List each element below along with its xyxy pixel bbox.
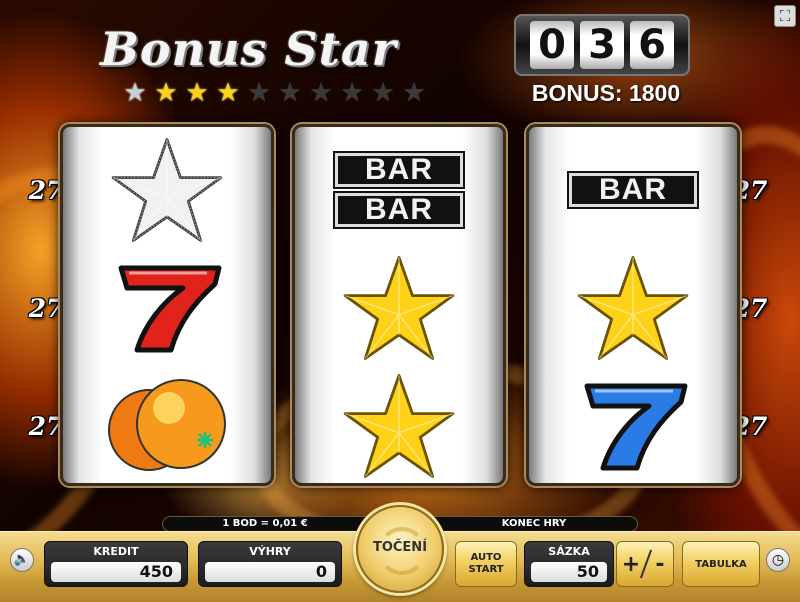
bonus-star-meter: ★ ★ ★ ★ ★ ★ ★ ★ ★ ★	[120, 80, 429, 106]
bet-box: SÁZKA 50	[524, 541, 614, 587]
credit-value: 450	[51, 562, 181, 582]
credit-label: KREDIT	[93, 545, 139, 558]
counter-display: 0 3 6	[514, 14, 690, 76]
bonus-amount: BONUS: 1800	[531, 80, 681, 106]
meter-star-icon: ★	[216, 78, 240, 108]
meter-star-icon: ★	[154, 78, 178, 108]
credit-box: KREDIT 450	[44, 541, 188, 587]
meter-star-icon: ★	[371, 78, 395, 108]
fullscreen-icon[interactable]: ⛶	[774, 5, 796, 27]
bar-symbol: BAR	[529, 131, 737, 249]
game-stage: Bonus Star ★ ★ ★ ★ ★ ★ ★ ★ ★ ★ 0 3 6 BONUS: 1800 …	[0, 0, 800, 602]
bet-value: 50	[531, 562, 607, 582]
bet-label: SÁZKA	[548, 545, 590, 558]
reel-2: BAR BAR	[292, 124, 506, 486]
meter-star-icon: ★	[309, 78, 333, 108]
star-silver-symbol	[63, 131, 271, 249]
spin-label: TOČENÍ	[372, 540, 428, 555]
meter-star-icon: ★	[278, 78, 302, 108]
game-status: KONEC HRY	[430, 516, 638, 532]
orange-symbol	[63, 367, 271, 485]
bet-minus-button[interactable]: -	[647, 552, 673, 577]
counter-digit: 0	[530, 21, 574, 69]
reel-3: BAR	[526, 124, 740, 486]
star-gold-symbol	[529, 249, 737, 367]
meter-star-icon: ★	[247, 78, 271, 108]
paytable-button[interactable]: TABULKA	[682, 541, 760, 587]
bet-adjust: + -	[616, 541, 674, 587]
game-logo: Bonus Star	[100, 22, 397, 76]
meter-star-icon: ★	[123, 78, 147, 108]
meter-star-icon: ★	[402, 78, 426, 108]
counter-digit: 6	[630, 21, 674, 69]
double-bar-symbol: BAR BAR	[295, 131, 503, 249]
wins-box: VÝHRY 0	[198, 541, 342, 587]
wins-label: VÝHRY	[249, 545, 291, 558]
clock-icon[interactable]: ◷	[766, 548, 790, 572]
speaker-icon[interactable]: 🔈	[10, 548, 34, 572]
seven-blue-symbol	[529, 367, 737, 485]
star-gold-symbol	[295, 367, 503, 485]
spin-button[interactable]: TOČENÍ	[356, 505, 444, 593]
seven-red-symbol	[63, 249, 271, 367]
reel-1	[60, 124, 274, 486]
bar-symbol-label: BAR	[333, 191, 465, 229]
star-gold-symbol	[295, 249, 503, 367]
autostart-button[interactable]: AUTO START	[455, 541, 517, 587]
autostart-label-1: AUTO	[470, 552, 502, 563]
autostart-label-2: START	[468, 564, 504, 575]
coin-value-info: 1 BOD = 0,01 €	[162, 516, 368, 532]
wins-value: 0	[205, 562, 335, 582]
bar-symbol-label: BAR	[567, 171, 699, 209]
meter-star-icon: ★	[185, 78, 209, 108]
bar-symbol-label: BAR	[333, 151, 465, 189]
meter-star-icon: ★	[340, 78, 364, 108]
counter-digit: 3	[580, 21, 624, 69]
